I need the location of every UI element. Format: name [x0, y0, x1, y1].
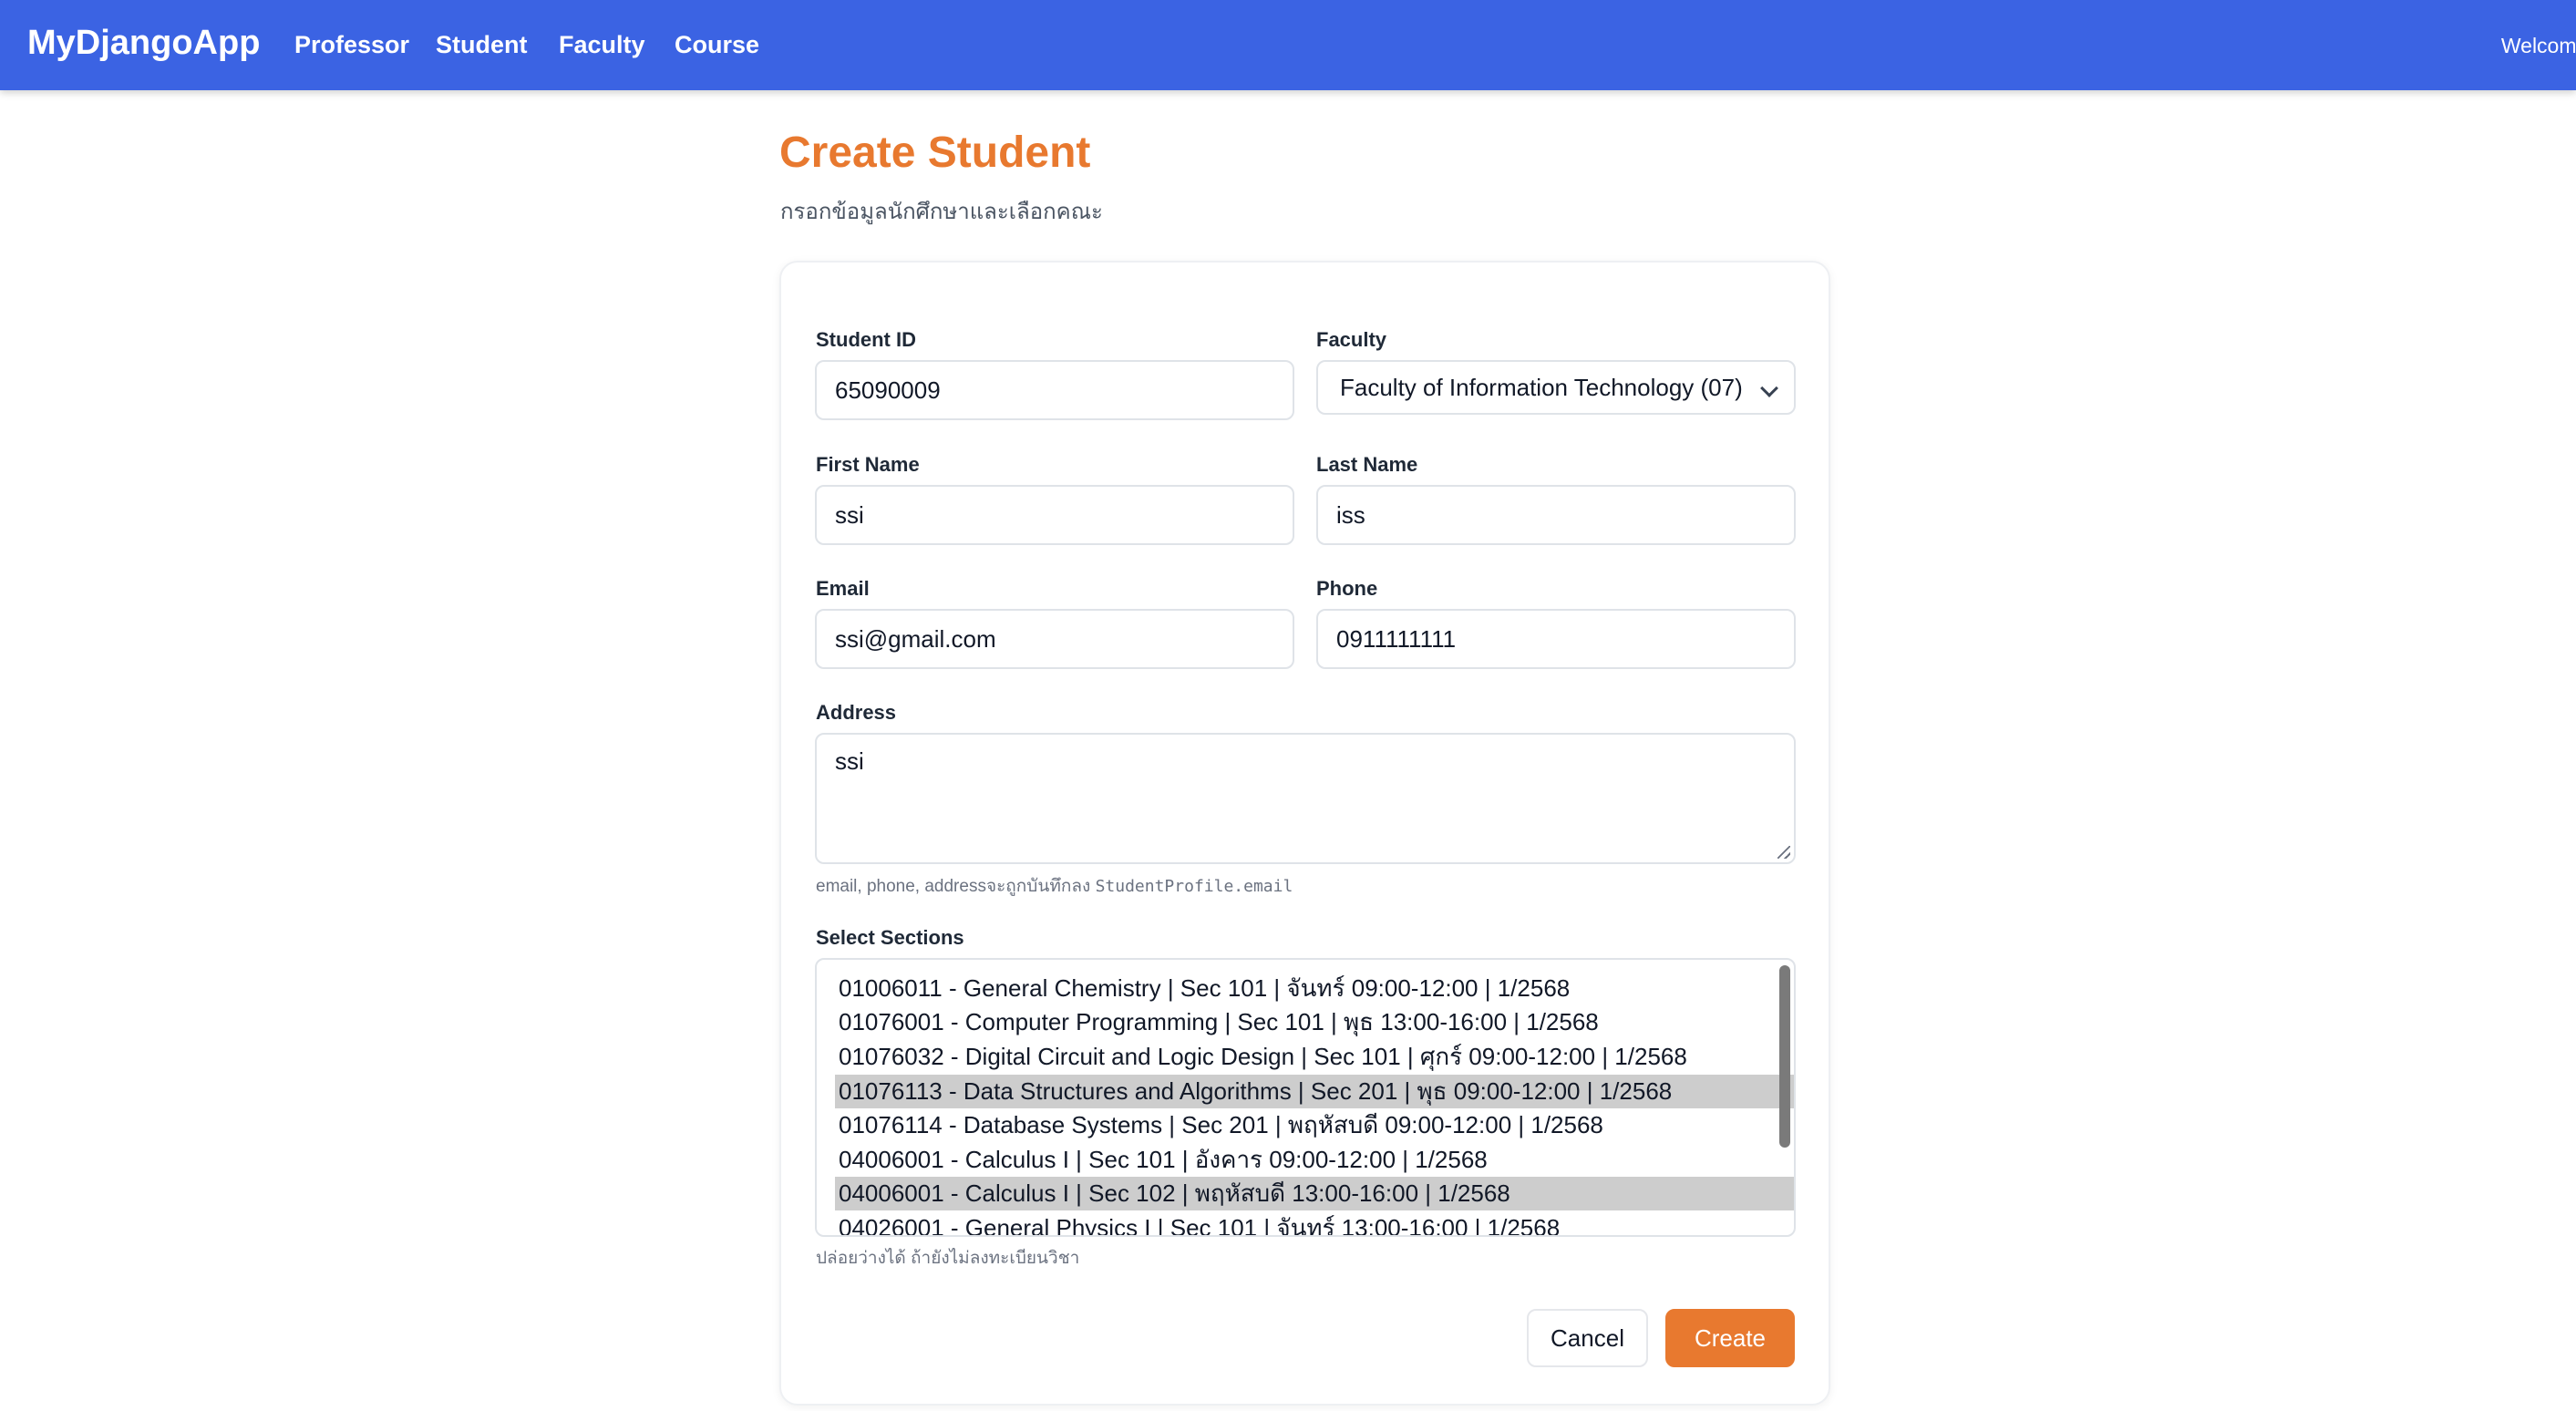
last-name-label: Last Name	[1316, 453, 1418, 476]
resize-grip-icon[interactable]	[1777, 846, 1790, 859]
address-textarea[interactable]: ssi	[815, 733, 1796, 864]
address-help-label: email, phone, addressจะถูกบันทึกลง	[816, 877, 1091, 896]
faculty-label: Faculty	[1316, 328, 1387, 351]
first-name-label: First Name	[816, 453, 920, 476]
faculty-select[interactable]: Faculty of Information Technology (07)	[1316, 360, 1796, 415]
sections-help-text: ปล่อยว่างได้ ถ้ายังไม่ลงทะเบียนวิชา	[816, 1249, 1080, 1268]
student-id-label: Student ID	[816, 328, 916, 351]
first-name-field[interactable]: ssi	[815, 485, 1294, 545]
section-option[interactable]: 04026001 - General Physics I | Sec 101 |…	[835, 1211, 1794, 1235]
welcome-text: Welcome, Admin	[2500, 34, 2576, 57]
section-option-selected[interactable]: 01076113 - Data Structures and Algorithm…	[835, 1075, 1794, 1108]
sections-label: Select Sections	[816, 926, 964, 949]
brand-logo[interactable]: MyDjangoApp	[27, 24, 260, 63]
address-value: ssi	[835, 747, 864, 775]
create-button[interactable]: Create	[1665, 1309, 1795, 1367]
phone-field[interactable]: 0911111111	[1316, 609, 1796, 669]
email-field[interactable]: ssi@gmail.com	[815, 609, 1294, 669]
sections-multiselect[interactable]: 01006011 - General Chemistry | Sec 101 |…	[815, 958, 1796, 1237]
section-option[interactable]: 01076001 - Computer Programming | Sec 10…	[835, 1005, 1794, 1039]
address-label: Address	[816, 701, 897, 724]
top-navbar: MyDjangoApp Professor Student Faculty Co…	[0, 0, 2576, 90]
student-id-field[interactable]: 65090009	[815, 360, 1294, 420]
page-subtitle: กรอกข้อมูลนักศึกษาและเลือกคณะ	[780, 200, 1103, 224]
phone-label: Phone	[1316, 577, 1378, 600]
page-title: Create Student	[779, 129, 1091, 177]
address-help-text: email, phone, addressจะถูกบันทึกลง Stude…	[816, 872, 1293, 900]
section-option-selected[interactable]: 04006001 - Calculus I | Sec 102 | พฤหัสบ…	[835, 1177, 1794, 1210]
nav-link-faculty[interactable]: Faculty	[559, 31, 645, 59]
email-label: Email	[816, 577, 870, 600]
faculty-select-value: Faculty of Information Technology (07)	[1340, 374, 1743, 401]
nav-link-course[interactable]: Course	[675, 31, 759, 59]
chevron-down-icon	[1760, 379, 1778, 397]
section-option[interactable]: 01076114 - Database Systems | Sec 201 | …	[835, 1108, 1794, 1142]
nav-link-professor[interactable]: Professor	[294, 31, 409, 59]
cancel-button[interactable]: Cancel	[1527, 1309, 1648, 1367]
last-name-field[interactable]: iss	[1316, 485, 1796, 545]
section-option[interactable]: 04006001 - Calculus I | Sec 101 | อังคาร…	[835, 1143, 1794, 1177]
address-help-code: StudentProfile.email	[1095, 877, 1293, 896]
sections-scrollbar[interactable]	[1779, 965, 1790, 1148]
section-option[interactable]: 01006011 - General Chemistry | Sec 101 |…	[835, 972, 1794, 1005]
section-option[interactable]: 01076032 - Digital Circuit and Logic Des…	[835, 1040, 1794, 1074]
nav-link-student[interactable]: Student	[436, 31, 528, 59]
